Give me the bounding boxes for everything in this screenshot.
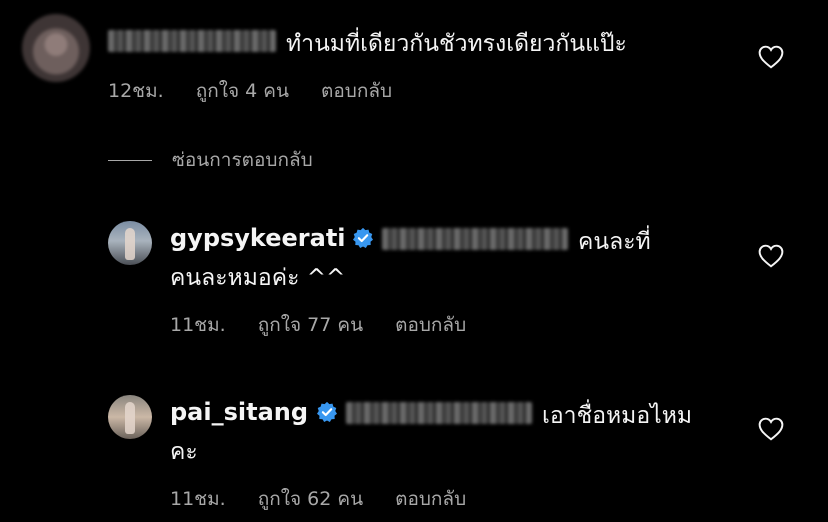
- likes-count[interactable]: ถูกใจ 62 คน: [258, 484, 363, 514]
- hide-replies-toggle[interactable]: ซ่อนการตอบกลับ: [108, 148, 313, 172]
- heart-icon[interactable]: [758, 45, 784, 69]
- username[interactable]: gypsykeerati: [170, 224, 346, 252]
- comment-text-line2: คนละหมอค่ะ ^^: [170, 265, 346, 291]
- comment-text-line2: คะ: [170, 439, 198, 465]
- verified-badge-icon: [353, 227, 373, 248]
- avatar[interactable]: [108, 395, 152, 439]
- likes-count[interactable]: ถูกใจ 77 คน: [258, 310, 363, 340]
- avatar[interactable]: [108, 221, 152, 265]
- comment-time: 11ชม.: [170, 314, 226, 336]
- divider: [108, 159, 152, 161]
- reply-button[interactable]: ตอบกลับ: [395, 310, 466, 340]
- heart-icon[interactable]: [758, 244, 784, 268]
- blurred-mention[interactable]: [346, 402, 532, 424]
- username[interactable]: pai_sitang: [170, 398, 308, 426]
- comment-meta: 11ชม. ถูกใจ 62 คน ตอบกลับ: [170, 484, 492, 514]
- heart-icon[interactable]: [758, 417, 784, 441]
- reply-button[interactable]: ตอบกลับ: [321, 76, 392, 106]
- hide-replies-label: ซ่อนการตอบกลับ: [172, 149, 313, 171]
- comment-time: 11ชม.: [170, 488, 226, 510]
- comment-text: ทำนมที่เดียวกันชัวทรงเดียวกันแป๊ะ: [286, 31, 627, 57]
- comment-meta: 12ชม. ถูกใจ 4 คน ตอบกลับ: [108, 76, 418, 106]
- blurred-username[interactable]: [108, 30, 276, 52]
- comment-text-line1: คนละที่: [578, 229, 651, 255]
- likes-count[interactable]: ถูกใจ 4 คน: [196, 76, 289, 106]
- comment-text-line1: เอาชื่อหมอไหม: [542, 403, 693, 429]
- avatar[interactable]: [22, 14, 90, 82]
- reply-button[interactable]: ตอบกลับ: [395, 484, 466, 514]
- blurred-mention[interactable]: [382, 228, 568, 250]
- comment-time: 12ชม.: [108, 80, 164, 102]
- comment-meta: 11ชม. ถูกใจ 77 คน ตอบกลับ: [170, 310, 492, 340]
- verified-badge-icon: [317, 401, 337, 422]
